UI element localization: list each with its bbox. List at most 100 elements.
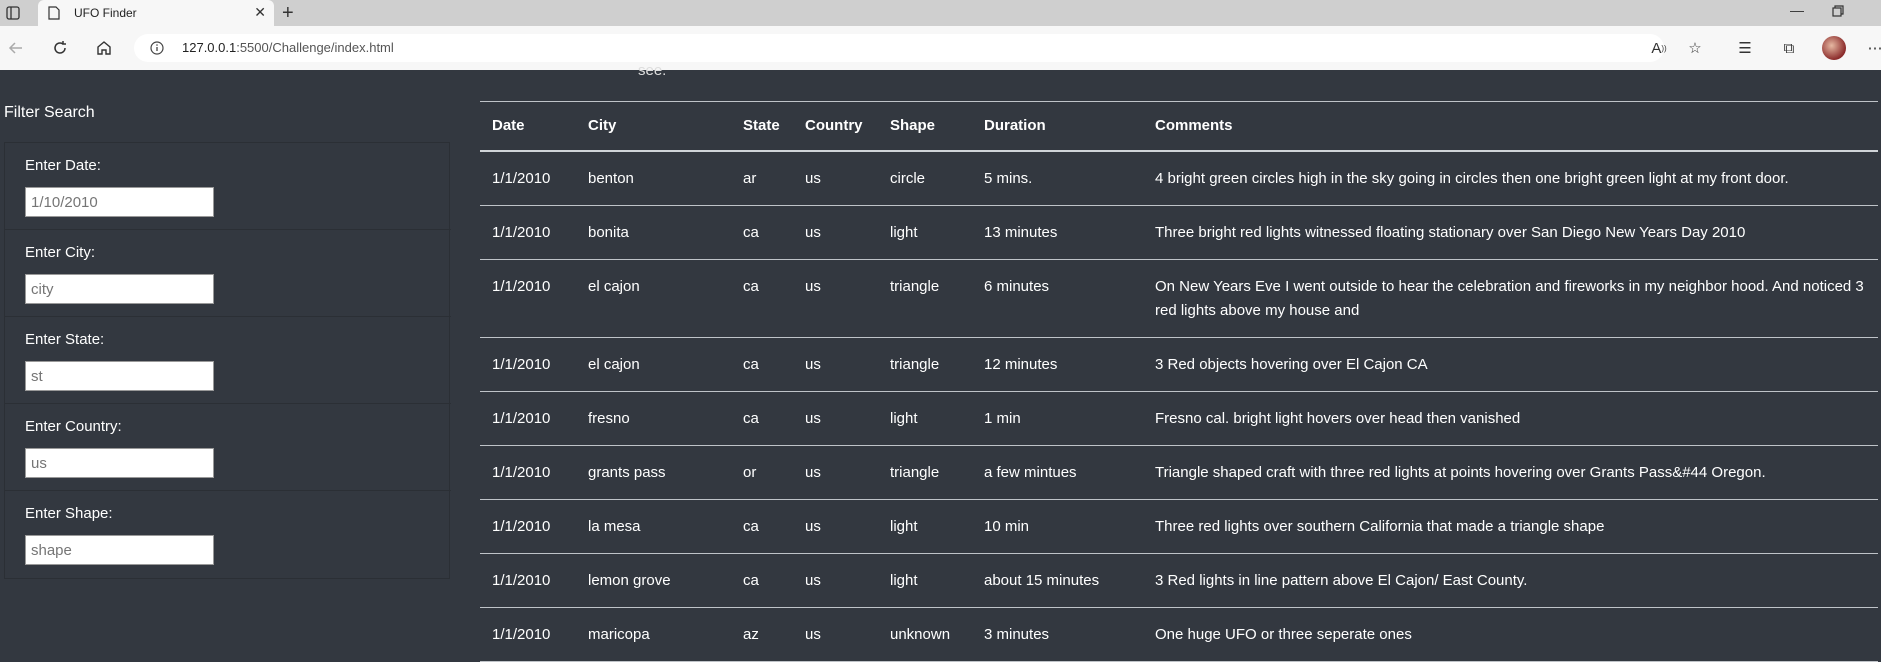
back-icon[interactable] — [6, 38, 26, 58]
cell-city: fresno — [576, 391, 731, 446]
table-row: 1/1/2010 maricopa az us unknown 3 minute… — [480, 607, 1878, 662]
city-input[interactable] — [25, 274, 214, 304]
url-path: :5500/Challenge/index.html — [236, 40, 394, 55]
cell-state: ca — [731, 553, 793, 608]
site-info-icon[interactable] — [150, 41, 164, 60]
refresh-icon[interactable] — [50, 38, 70, 58]
cell-comments: Three red lights over southern Californi… — [1143, 499, 1878, 554]
cell-country: us — [793, 607, 878, 662]
page-icon — [48, 6, 60, 25]
cell-state: ca — [731, 499, 793, 554]
table-row: 1/1/2010 bonita ca us light 13 minutes T… — [480, 205, 1878, 260]
cell-comments: One huge UFO or three seperate ones — [1143, 607, 1878, 662]
cell-comments: 4 bright green circles high in the sky g… — [1143, 150, 1878, 206]
cell-duration: 13 minutes — [972, 205, 1143, 260]
cell-comments: 3 Red lights in line pattern above El Ca… — [1143, 553, 1878, 608]
filter-city: Enter City: — [5, 230, 451, 317]
country-input[interactable] — [25, 448, 214, 478]
cell-city: lemon grove — [576, 553, 731, 608]
cell-duration: 10 min — [972, 499, 1143, 554]
cell-date: 1/1/2010 — [480, 391, 576, 446]
cell-city: maricopa — [576, 607, 731, 662]
close-tab-icon[interactable]: ✕ — [254, 5, 266, 19]
table-row: 1/1/2010 benton ar us circle 5 mins. 4 b… — [480, 150, 1878, 206]
filter-panel: Enter Date: Enter City: Enter State: Ent… — [4, 142, 451, 579]
minimize-icon[interactable]: — — [1790, 2, 1804, 18]
home-icon[interactable] — [94, 38, 114, 58]
table-row: 1/1/2010 fresno ca us light 1 min Fresno… — [480, 391, 1878, 446]
browser-tab[interactable]: UFO Finder ✕ — [38, 0, 274, 26]
profile-avatar[interactable] — [1822, 36, 1846, 60]
cell-city: benton — [576, 150, 731, 206]
cell-city: bonita — [576, 205, 731, 260]
cell-state: ca — [731, 259, 793, 338]
cell-date: 1/1/2010 — [480, 499, 576, 554]
cell-country: us — [793, 337, 878, 392]
cell-country: us — [793, 150, 878, 206]
cell-date: 1/1/2010 — [480, 259, 576, 338]
state-input[interactable] — [25, 361, 214, 391]
cell-country: us — [793, 445, 878, 500]
table-body: 1/1/2010 benton ar us circle 5 mins. 4 b… — [480, 150, 1878, 662]
cell-duration: 5 mins. — [972, 150, 1143, 206]
table-row: 1/1/2010 grants pass or us triangle a fe… — [480, 445, 1878, 500]
cell-country: us — [793, 553, 878, 608]
column-header-comments: Comments — [1143, 101, 1878, 152]
read-aloud-icon[interactable]: A)) — [1648, 37, 1670, 59]
filter-state: Enter State: — [5, 317, 451, 404]
cell-duration: about 15 minutes — [972, 553, 1143, 608]
cell-shape: unknown — [878, 607, 972, 662]
column-header-state: State — [731, 101, 793, 152]
cell-country: us — [793, 205, 878, 260]
cell-state: az — [731, 607, 793, 662]
cell-duration: 1 min — [972, 391, 1143, 446]
column-header-date: Date — [480, 101, 576, 152]
cell-shape: light — [878, 391, 972, 446]
favorites-icon[interactable]: ☰ — [1734, 37, 1756, 59]
restore-icon[interactable] — [1832, 4, 1844, 22]
date-input[interactable] — [25, 187, 214, 217]
filter-country: Enter Country: — [5, 404, 451, 491]
cell-date: 1/1/2010 — [480, 205, 576, 260]
more-icon[interactable]: ⋯ — [1864, 37, 1881, 59]
filter-label: Enter Country: — [25, 418, 122, 435]
cell-country: us — [793, 499, 878, 554]
cell-comments: Three bright red lights witnessed floati… — [1143, 205, 1878, 260]
cell-state: ca — [731, 205, 793, 260]
url-host: 127.0.0.1 — [182, 40, 237, 55]
cell-duration: 6 minutes — [972, 259, 1143, 338]
cell-city: grants pass — [576, 445, 731, 500]
filter-shape: Enter Shape: — [5, 491, 451, 578]
table-row: 1/1/2010 el cajon ca us triangle 6 minut… — [480, 259, 1878, 338]
table-header: Date City State Country Shape Duration C… — [480, 101, 1878, 152]
cell-shape: triangle — [878, 259, 972, 338]
cell-comments: Triangle shaped craft with three red lig… — [1143, 445, 1878, 500]
table-row: 1/1/2010 lemon grove ca us light about 1… — [480, 553, 1878, 608]
filter-date: Enter Date: — [5, 143, 451, 230]
url-text[interactable]: 127.0.0.1:5500/Challenge/index.html — [182, 40, 394, 55]
cell-shape: triangle — [878, 445, 972, 500]
filter-title: Filter Search — [4, 104, 95, 121]
table-row: 1/1/2010 la mesa ca us light 10 min Thre… — [480, 499, 1878, 554]
collections-icon[interactable]: ⧉ — [1778, 37, 1800, 59]
table-row: 1/1/2010 el cajon ca us triangle 12 minu… — [480, 337, 1878, 392]
column-header-country: Country — [793, 101, 878, 152]
tab-actions-icon[interactable] — [0, 0, 26, 26]
shape-input[interactable] — [25, 535, 214, 565]
header-text-fragment: see. — [638, 62, 667, 79]
cell-shape: light — [878, 553, 972, 608]
ufo-table-container: Date City State Country Shape Duration C… — [480, 101, 1878, 662]
browser-tab-bar: UFO Finder ✕ + — — [0, 0, 1881, 26]
cell-date: 1/1/2010 — [480, 337, 576, 392]
cell-duration: 3 minutes — [972, 607, 1143, 662]
cell-date: 1/1/2010 — [480, 445, 576, 500]
cell-shape: circle — [878, 150, 972, 206]
cell-date: 1/1/2010 — [480, 150, 576, 206]
new-tab-icon[interactable]: + — [282, 2, 294, 24]
column-header-city: City — [576, 101, 731, 152]
cell-comments: 3 Red objects hovering over El Cajon CA — [1143, 337, 1878, 392]
cell-state: ca — [731, 337, 793, 392]
ufo-table: Date City State Country Shape Duration C… — [480, 101, 1878, 662]
add-favorite-icon[interactable]: ☆ — [1684, 37, 1706, 59]
column-header-duration: Duration — [972, 101, 1143, 152]
